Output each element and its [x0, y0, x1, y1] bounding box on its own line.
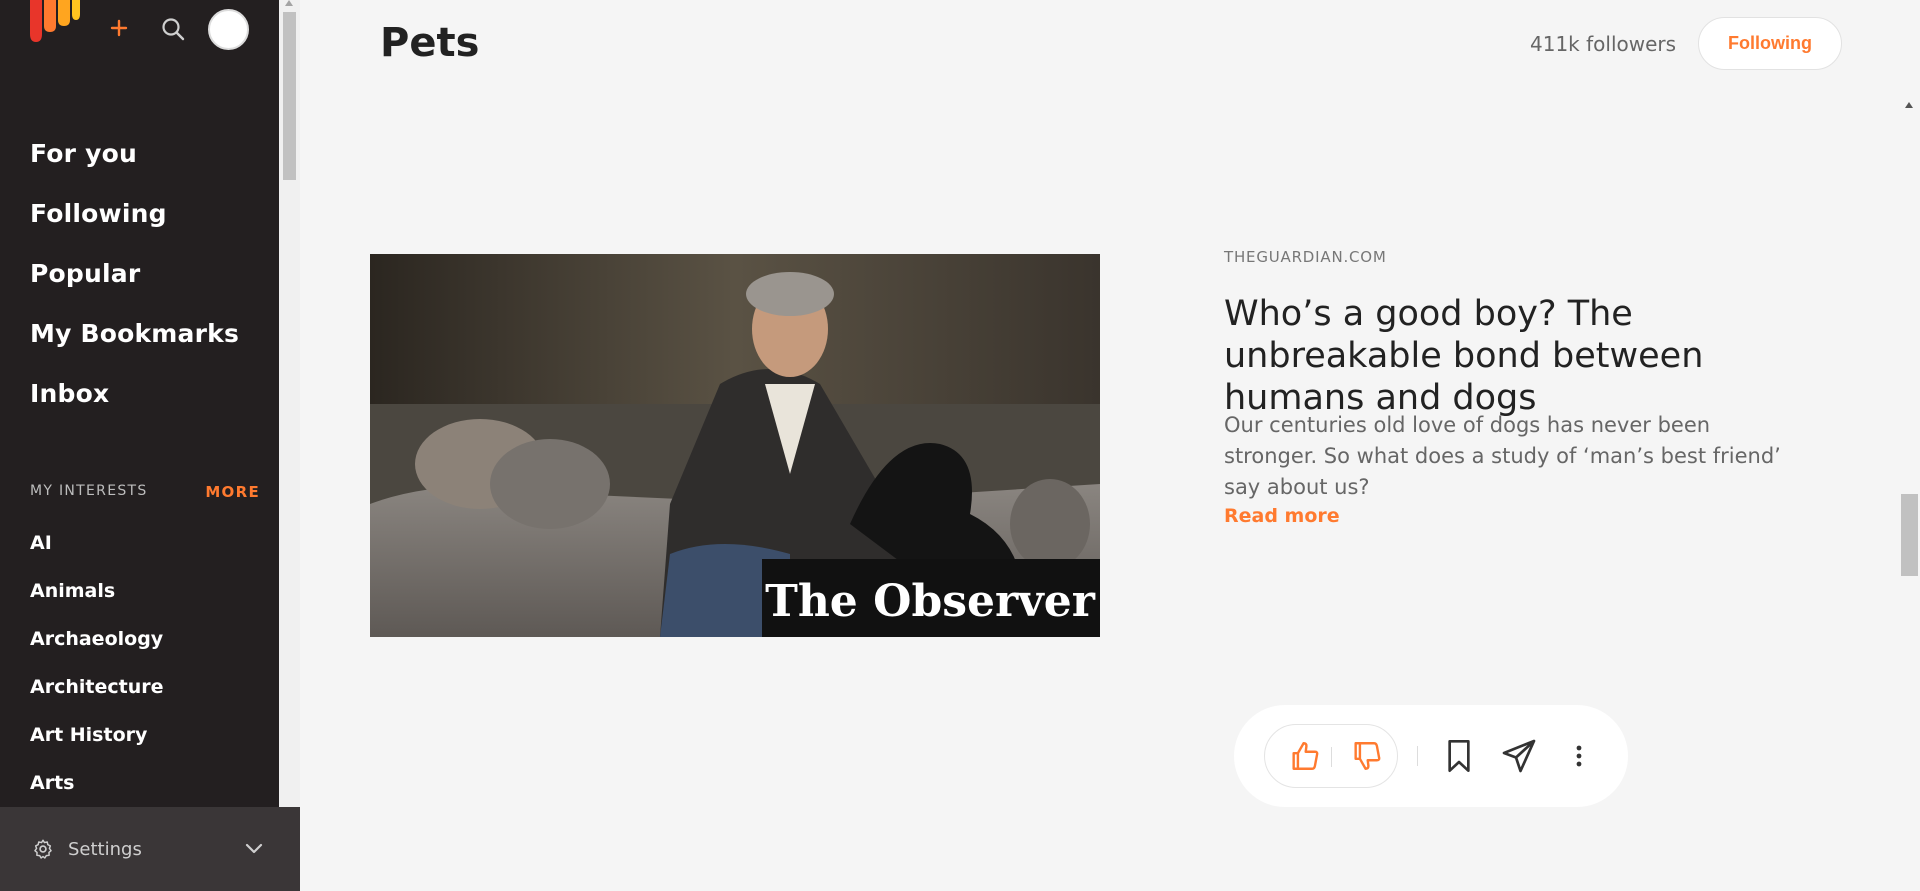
bookmark-button[interactable] — [1439, 736, 1479, 776]
interest-item-animals[interactable]: Animals — [30, 574, 163, 622]
more-options-button[interactable] — [1559, 736, 1599, 776]
more-vertical-icon — [1576, 745, 1582, 767]
nav-item-my-bookmarks[interactable]: My Bookmarks — [30, 312, 239, 372]
article-source: THEGUARDIAN.COM — [1224, 248, 1387, 266]
share-button[interactable] — [1499, 736, 1539, 776]
nav-item-inbox[interactable]: Inbox — [30, 372, 239, 432]
scroll-up-arrow-icon[interactable] — [285, 0, 293, 6]
followers-count: 411k followers — [1530, 32, 1677, 56]
avatar[interactable] — [208, 9, 249, 50]
page-title: Pets — [380, 20, 480, 66]
plus-icon — [110, 19, 128, 37]
upvote-button[interactable] — [1285, 736, 1325, 776]
settings-button[interactable]: Settings — [32, 831, 142, 867]
add-button[interactable] — [108, 14, 130, 42]
following-button[interactable]: Following — [1698, 17, 1842, 70]
actions-divider — [1417, 746, 1418, 766]
gear-icon — [34, 839, 52, 859]
nav-item-for-you[interactable]: For you — [30, 132, 239, 192]
nav-item-following[interactable]: Following — [30, 192, 239, 252]
interest-item-art-history[interactable]: Art History — [30, 718, 163, 766]
article-headline[interactable]: Who’s a good boy? The unbreakable bond b… — [1224, 293, 1814, 419]
logo-icon[interactable] — [28, 0, 82, 44]
search-icon — [162, 18, 185, 41]
interest-item-architecture[interactable]: Architecture — [30, 670, 163, 718]
bookmark-icon — [1448, 739, 1470, 772]
vote-divider — [1331, 747, 1332, 767]
interest-item-archaeology[interactable]: Archaeology — [30, 622, 163, 670]
read-more-link[interactable]: Read more — [1224, 505, 1340, 527]
article-image[interactable]: The Observer — [370, 254, 1100, 637]
sidebar: For you Following Popular My Bookmarks I… — [0, 0, 300, 891]
send-icon — [1502, 739, 1536, 773]
thumbs-down-icon — [1354, 742, 1381, 770]
downvote-button[interactable] — [1347, 736, 1387, 776]
scroll-up-arrow-icon[interactable] — [1905, 102, 1913, 108]
thumbs-up-icon — [1292, 742, 1319, 770]
main-nav: For you Following Popular My Bookmarks I… — [30, 132, 239, 432]
vote-group — [1264, 724, 1398, 788]
nav-item-popular[interactable]: Popular — [30, 252, 239, 312]
chevron-down-icon — [245, 843, 263, 854]
article-actions — [1234, 705, 1628, 807]
expand-button[interactable] — [236, 831, 272, 867]
interest-item-ai[interactable]: AI — [30, 526, 163, 574]
article-summary: Our centuries old love of dogs has never… — [1224, 413, 1781, 499]
sidebar-header — [0, 0, 279, 60]
sidebar-scroll-thumb[interactable] — [283, 12, 296, 180]
interests-label: MY INTERESTS — [30, 483, 148, 499]
search-button[interactable] — [160, 16, 186, 42]
image-overlay-text: The Observer — [765, 576, 1096, 627]
main-scroll-thumb[interactable] — [1901, 494, 1918, 576]
interests-list: AI Animals Archaeology Architecture Art … — [30, 526, 163, 814]
sidebar-scrollbar[interactable] — [279, 0, 300, 807]
main-content: Pets 411k followers Following The Observ… — [300, 0, 1918, 891]
settings-label: Settings — [68, 838, 142, 860]
sidebar-footer: Settings — [0, 807, 300, 891]
interests-header: MY INTERESTS MORE — [30, 483, 260, 503]
interests-more-link[interactable]: MORE — [205, 483, 260, 501]
